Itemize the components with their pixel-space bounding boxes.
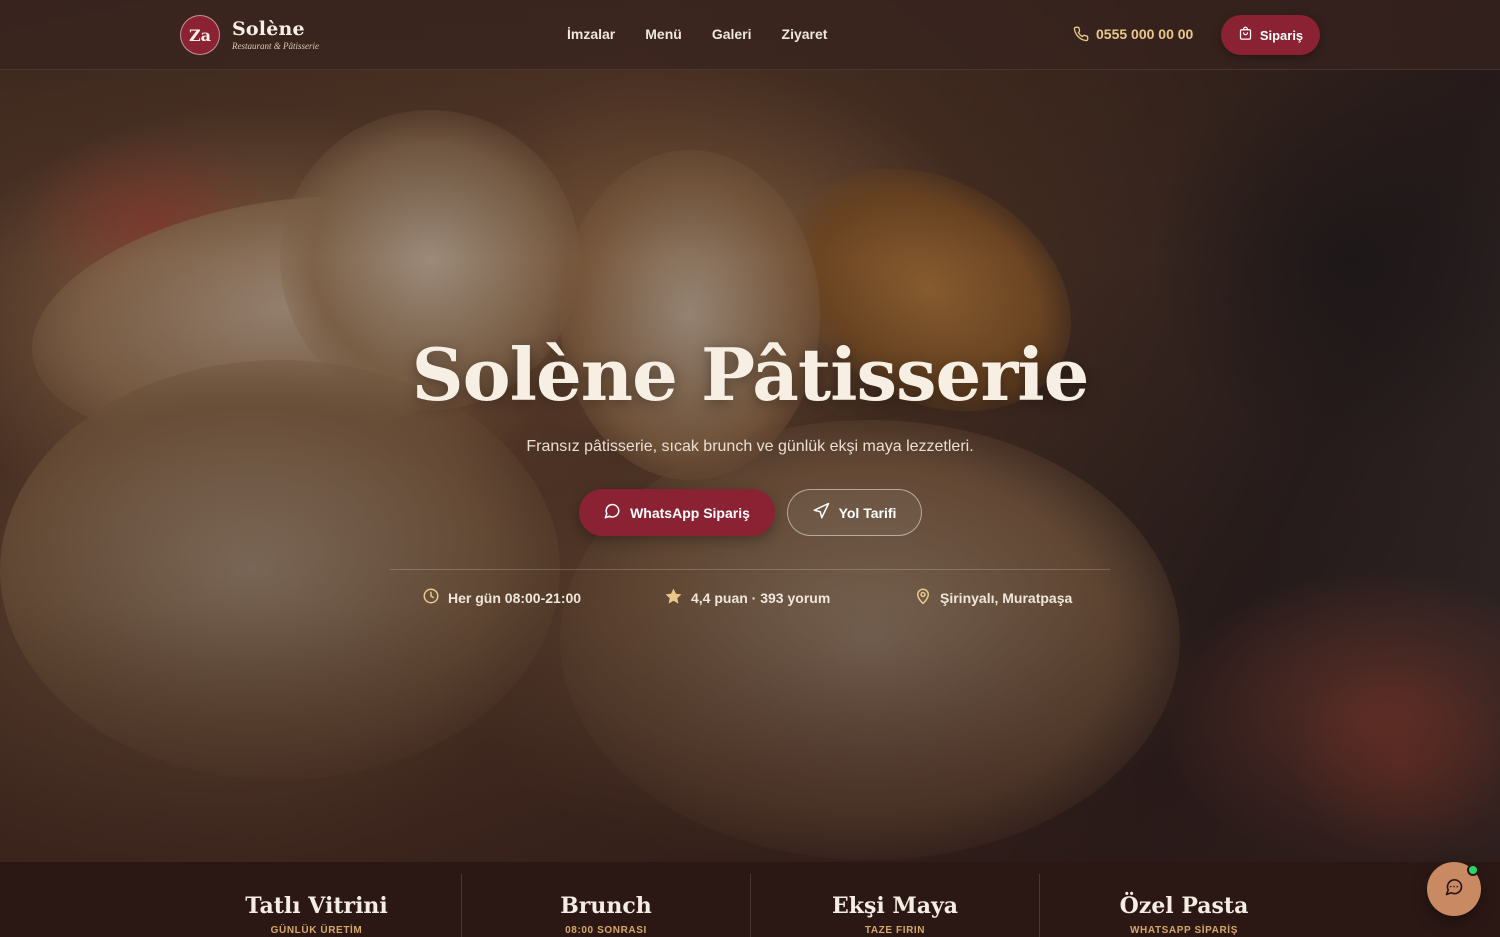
- brand-text: Solène Restaurant & Pâtisserie: [232, 19, 319, 51]
- location: Şirinyalı, Muratpaşa: [914, 587, 1072, 608]
- chat-icon: [1444, 877, 1464, 902]
- category-title: Tatlı Vitrini: [245, 893, 388, 919]
- phone-link[interactable]: 0555 000 00 00: [1073, 26, 1193, 42]
- location-text: Şirinyalı, Muratpaşa: [940, 589, 1073, 606]
- hero-actions: WhatsApp Sipariş Yol Tarifi: [0, 489, 1500, 536]
- phone-number: 0555 000 00 00: [1096, 26, 1194, 42]
- brand-logo[interactable]: Za Solène Restaurant & Pâtisserie: [180, 15, 319, 55]
- category-title: Ekşi Maya: [831, 893, 959, 919]
- brand-name: Solène: [232, 18, 305, 40]
- hero-overlay: [0, 0, 1500, 862]
- category-subtitle: 08:00 SONRASI: [565, 925, 647, 936]
- order-button[interactable]: Sipariş: [1221, 15, 1320, 55]
- category-card[interactable]: Ekşi Maya TAZE FIRIN: [750, 874, 1039, 937]
- site-header: Za Solène Restaurant & Pâtisserie İmzala…: [0, 0, 1500, 70]
- main-nav: İmzalar Menü Galeri Ziyaret: [567, 26, 827, 42]
- category-card[interactable]: Brunch 08:00 SONRASI: [461, 874, 750, 937]
- category-title: Brunch: [560, 893, 652, 919]
- opening-hours-text: Her gün 08:00-21:00: [448, 589, 582, 606]
- hero-title: Solène Pâtisserie: [411, 332, 1090, 417]
- nav-item-ziyaret[interactable]: Ziyaret: [782, 26, 828, 42]
- category-card[interactable]: Tatlı Vitrini GÜNLÜK ÜRETİM: [172, 874, 461, 937]
- directions-button[interactable]: Yol Tarifi: [786, 489, 922, 536]
- order-button-label: Sipariş: [1259, 27, 1304, 43]
- category-subtitle: WHATSAPP SİPARİŞ: [1130, 925, 1238, 936]
- navigation-arrow-icon: [812, 502, 830, 523]
- hero-subtitle: Fransız pâtisserie, sıcak brunch ve günl…: [526, 438, 974, 455]
- whatsapp-order-label: WhatsApp Sipariş: [630, 504, 750, 521]
- phone-icon: [1073, 26, 1089, 42]
- category-strip: Tatlı Vitrini GÜNLÜK ÜRETİM Brunch 08:00…: [0, 862, 1500, 937]
- map-pin-icon: [914, 587, 932, 608]
- rating-text: 4,4 puan · 393 yorum: [691, 590, 831, 606]
- nav-item-menu[interactable]: Menü: [645, 26, 682, 42]
- nav-item-galeri[interactable]: Galeri: [712, 26, 752, 42]
- hero-background: [0, 0, 1500, 862]
- nav-item-imzalar[interactable]: İmzalar: [567, 26, 615, 42]
- whatsapp-order-button[interactable]: WhatsApp Sipariş: [578, 489, 775, 536]
- hero-divider: [390, 569, 1110, 570]
- category-subtitle: TAZE FIRIN: [864, 925, 926, 936]
- star-icon: [664, 587, 683, 609]
- shopping-bag-icon: [1238, 26, 1253, 44]
- brand-mark: Za: [180, 15, 220, 55]
- clock-icon: [422, 587, 440, 608]
- opening-hours: Her gün 08:00-21:00: [422, 587, 581, 608]
- directions-label: Yol Tarifi: [838, 504, 897, 521]
- category-subtitle: GÜNLÜK ÜRETİM: [270, 925, 363, 936]
- chat-bubble-icon: [603, 502, 621, 523]
- category-card[interactable]: Özel Pasta WHATSAPP SİPARİŞ: [1039, 874, 1328, 937]
- rating-summary: 4,4 puan · 393 yorum: [664, 587, 830, 609]
- category-title: Özel Pasta: [1119, 893, 1249, 919]
- online-status-dot: [1467, 864, 1479, 876]
- brand-tagline: Restaurant & Pâtisserie: [232, 41, 319, 51]
